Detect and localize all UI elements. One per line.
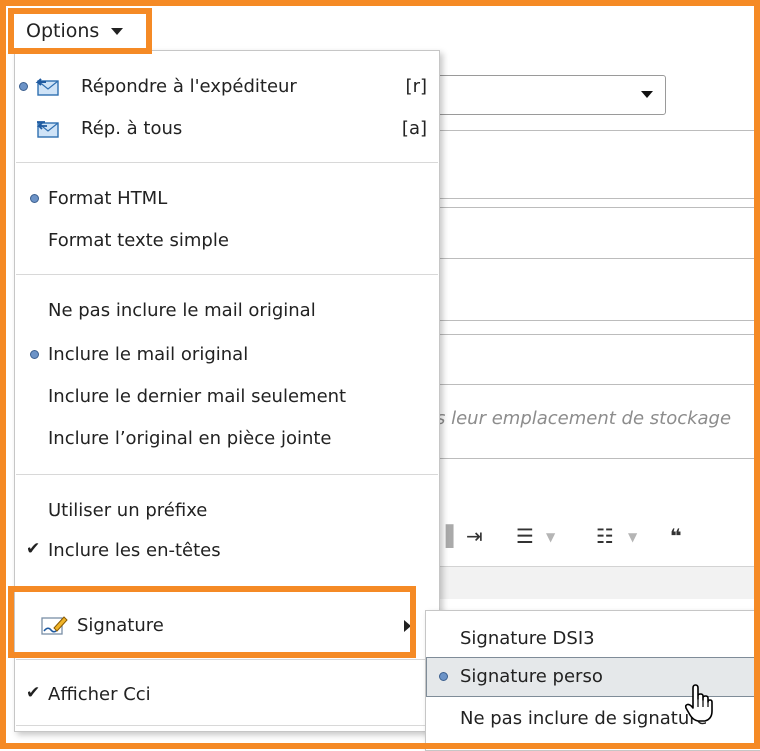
menu-divider (16, 162, 438, 163)
signature-pen-icon (41, 616, 68, 635)
menu-item-label: Ne pas inclure le mail original (48, 300, 316, 321)
menu-item-include-last[interactable]: Inclure le dernier mail seulement (15, 377, 439, 417)
shortcut-hint: [a] (401, 118, 427, 139)
menu-divider (16, 474, 438, 475)
bullet-list-icon[interactable]: ☰ (516, 524, 534, 548)
submenu-item-signature-dsi3[interactable]: Signature DSI3 (426, 619, 760, 659)
menu-item-reply-sender[interactable]: Répondre à l'expéditeur [r] (15, 67, 439, 107)
indent-icon[interactable]: ⇥ (466, 524, 483, 548)
menu-item-reply-all[interactable]: Rép. à tous [a] (15, 109, 439, 149)
menu-item-format-html[interactable]: Format HTML (15, 179, 439, 219)
menu-item-show-bcc[interactable]: ✔ Afficher Cci (15, 675, 439, 715)
shortcut-hint: [r] (405, 76, 427, 97)
submenu-item-label: Signature perso (460, 666, 603, 687)
chevron-down-icon[interactable]: ▼ (546, 530, 555, 544)
caret-down-icon (111, 27, 124, 35)
options-label: Options (26, 20, 100, 42)
menu-item-label: Utiliser un préfixe (48, 500, 208, 521)
menu-item-label: Inclure les en-têtes (48, 540, 221, 561)
divider (430, 334, 760, 335)
menu-item-include-headers[interactable]: ✔ Inclure les en-têtes (15, 531, 439, 571)
menu-item-label: Format texte simple (48, 230, 229, 251)
divider (430, 258, 760, 259)
divider (430, 458, 760, 459)
hand-pointer-icon (684, 684, 713, 722)
menu-item-label: Inclure l’original en pièce jointe (48, 428, 332, 449)
quote-icon[interactable]: ❝ (670, 524, 682, 548)
mail-reply-all-icon (36, 121, 59, 138)
menu-item-format-text[interactable]: Format texte simple (15, 221, 439, 261)
editor-toolbar: ▐ ⇥ ☰ ▼ ☷ ▼ ❝ (436, 520, 756, 554)
signature-submenu: Signature DSI3 Signature perso Ne pas in… (425, 610, 760, 751)
options-menu: Répondre à l'expéditeur [r] Rép. à tous … (14, 50, 440, 732)
menu-item-include-attached[interactable]: Inclure l’original en pièce jointe (15, 419, 439, 459)
menu-item-label: Répondre à l'expéditeur (81, 76, 297, 97)
chevron-right-icon (404, 620, 411, 632)
radio-selected-icon (439, 672, 448, 681)
menu-item-no-include-original[interactable]: Ne pas inclure le mail original (15, 291, 439, 331)
radio-selected-icon (30, 194, 39, 203)
outdent-icon[interactable]: ▐ (438, 524, 453, 548)
menu-item-signature[interactable]: Signature (15, 606, 439, 646)
menu-item-label: Signature (77, 615, 164, 636)
menu-divider (16, 274, 438, 275)
numbered-list-icon[interactable]: ☷ (596, 524, 614, 548)
mail-reply-icon (35, 78, 59, 96)
menu-item-label: Format HTML (48, 188, 168, 209)
divider (430, 130, 760, 131)
divider (430, 207, 760, 208)
submenu-item-label: Ne pas inclure de signature (460, 708, 708, 729)
menu-item-include-original[interactable]: Inclure le mail original (15, 335, 439, 375)
menu-item-label: Afficher Cci (48, 684, 151, 705)
chevron-down-icon (641, 91, 653, 98)
options-button[interactable]: Options (14, 14, 146, 48)
submenu-item-label: Signature DSI3 (460, 628, 595, 649)
checkmark-icon: ✔ (26, 539, 41, 559)
menu-item-label: Rép. à tous (81, 118, 183, 139)
radio-selected-icon (30, 350, 39, 359)
divider (430, 198, 760, 199)
attachments-placeholder: s leur emplacement de stockage (436, 408, 732, 429)
menu-item-label: Inclure le dernier mail seulement (48, 386, 347, 407)
editor-area[interactable] (436, 566, 754, 599)
menu-divider (16, 725, 438, 726)
divider (430, 320, 760, 321)
checkmark-icon: ✔ (26, 683, 41, 703)
menu-divider (16, 659, 438, 660)
divider (430, 384, 760, 385)
menu-item-label: Inclure le mail original (48, 344, 249, 365)
chevron-down-icon[interactable]: ▼ (628, 530, 637, 544)
menu-item-use-prefix[interactable]: Utiliser un préfixe (15, 491, 439, 531)
radio-selected-icon (19, 82, 28, 91)
